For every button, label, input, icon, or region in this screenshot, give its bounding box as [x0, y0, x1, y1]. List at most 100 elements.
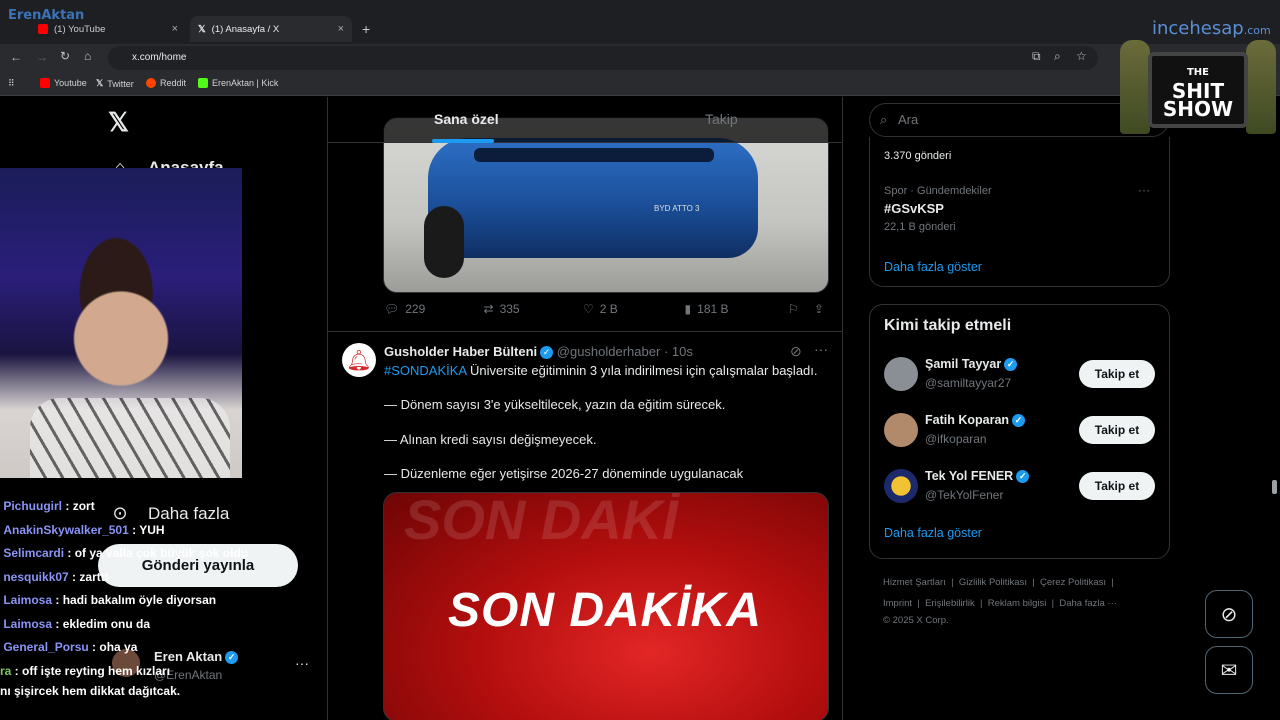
chat-nick: Laimosa	[3, 616, 53, 631]
trend-more-icon[interactable]: ···	[1138, 183, 1150, 197]
reddit-icon	[146, 78, 156, 88]
install-icon[interactable]: ⧉	[1032, 49, 1041, 64]
footer-link[interactable]: Çerez Politikası	[1040, 577, 1106, 588]
home-icon[interactable]: ⌂	[84, 49, 91, 63]
tab-for-you[interactable]: Sana özel	[434, 111, 499, 127]
repost-button[interactable]: ⇄ 335	[484, 302, 584, 316]
follow-button[interactable]: Takip et	[1079, 416, 1155, 444]
follow-button[interactable]: Takip et	[1079, 472, 1155, 500]
hashtag-link[interactable]: #SONDAKİKA	[384, 363, 466, 378]
show-more-follow-link[interactable]: Daha fazla göster	[884, 526, 982, 540]
avatar[interactable]	[884, 413, 918, 447]
image-bg-text: SON DAKİ	[404, 492, 678, 551]
repost-icon: ⇄	[483, 302, 494, 316]
suggestion-name[interactable]: Şamil Tayyar ✓	[925, 357, 1018, 372]
tweet-line: — Düzenleme eğer yetişirse 2026-27 dönem…	[384, 466, 744, 481]
bookmark-reddit[interactable]: Reddit	[146, 78, 186, 88]
chat-message: ekledim onu da	[62, 616, 151, 631]
back-icon[interactable]: ←	[10, 50, 22, 64]
trend-tag[interactable]: #GSvKSP	[884, 201, 944, 216]
footer-links: Imprint | Erişilebilirlik | Reklam bilgi…	[883, 598, 1117, 609]
suggestion-name[interactable]: Fatih Koparan ✓	[925, 413, 1026, 428]
who-to-follow-title: Kimi takip etmeli	[884, 317, 1012, 334]
bookmarks-bar: ⠿ Youtube 𝕏 Twitter Reddit ErenAktan | Ki…	[0, 72, 1280, 96]
suggestion-name[interactable]: Tek Yol FENER ✓	[925, 469, 1030, 484]
bookmark-kick[interactable]: ErenAktan | Kick	[198, 78, 278, 88]
avatar[interactable]	[884, 357, 918, 391]
messages-icon[interactable]: ✉	[1205, 646, 1253, 694]
verified-icon: ✓	[1016, 470, 1030, 484]
chat-message: nı şişircek hem dikkat dağıtcak.	[0, 684, 181, 698]
footer-link[interactable]: Hizmet Şartları	[883, 577, 946, 588]
bell-avatar-icon[interactable]: 🔔︎	[342, 343, 376, 377]
chat-line: Laimosa : hadi bakalım öyle diyorsan	[3, 593, 217, 607]
follow-button[interactable]: Takip et	[1079, 360, 1155, 388]
bookmark-twitter[interactable]: 𝕏 Twitter	[96, 78, 134, 89]
forward-icon[interactable]: →	[36, 50, 48, 64]
avatar[interactable]	[884, 469, 918, 503]
tweet-time[interactable]: · 10s	[664, 344, 693, 359]
chat-message: zarttt	[79, 569, 109, 584]
new-tab-button[interactable]: +	[354, 16, 378, 42]
url-input[interactable]: x.com/home	[108, 46, 1098, 70]
chat-line: Laimosa : ekledim onu da	[3, 616, 151, 631]
bookmark-icon: ⚐	[788, 302, 799, 316]
image-headline: SON DAKİKA	[448, 584, 763, 637]
car-wheel	[424, 206, 464, 278]
share-button[interactable]: ⇪	[814, 302, 824, 316]
author-handle[interactable]: @gusholderhaber	[557, 344, 661, 359]
bookmark-label: Twitter	[107, 78, 134, 89]
bookmark-youtube[interactable]: Youtube	[40, 78, 87, 88]
verified-icon: ✓	[1004, 358, 1018, 372]
zoom-icon[interactable]: ⌕	[1054, 49, 1061, 64]
footer-link[interactable]: Erişilebilirlik	[925, 598, 975, 609]
copyright: © 2025 X Corp.	[883, 615, 949, 626]
apps-icon[interactable]: ⠿	[8, 78, 15, 89]
chat-nick: AnakinSkywalker_501	[3, 522, 129, 537]
tweet-media-breaking-news[interactable]: SON DAKİ SON DAKİKA	[383, 492, 829, 720]
chat-line: General_Porsu : oha ya	[3, 640, 138, 654]
soldier-figure-right	[1246, 40, 1276, 134]
tab-following[interactable]: Takip	[705, 111, 738, 127]
trends-panel: 3.370 gönderi Spor · Gündemdekiler ··· #…	[869, 137, 1170, 287]
close-icon[interactable]: ×	[338, 23, 344, 35]
suggestion-handle: @samiltayyar27	[925, 376, 1012, 390]
bookmark-label: ErenAktan | Kick	[212, 78, 279, 88]
reload-icon[interactable]: ↻	[60, 49, 70, 63]
author-name[interactable]: Gusholder Haber Bülteni	[384, 344, 537, 359]
chat-line: ra : off işte reyting hem kızları	[0, 663, 171, 678]
suggestion-handle: @TekYolFener	[925, 488, 1004, 502]
chat-message: zort	[72, 499, 95, 513]
grok-icon[interactable]: ⊘	[790, 343, 802, 360]
x-logo-icon[interactable]: 𝕏	[108, 107, 129, 138]
youtube-icon	[40, 78, 50, 88]
trend-category: Spor · Gündemdekiler	[884, 185, 992, 197]
reply-icon: 💬︎	[384, 302, 400, 316]
youtube-icon	[38, 24, 48, 34]
close-icon[interactable]: ×	[172, 23, 178, 35]
footer-link[interactable]: Imprint	[883, 598, 912, 609]
footer-link[interactable]: Daha fazla ···	[1059, 598, 1117, 609]
scrollbar-thumb[interactable]	[1272, 480, 1277, 494]
grok-icon[interactable]: ⊘	[1205, 590, 1253, 638]
chat-line: nı şişircek hem dikkat dağıtcak.	[0, 683, 320, 699]
x-logo-icon: 𝕏	[96, 78, 104, 88]
chat-nick: Pichuugirl	[3, 499, 63, 513]
chat-message: of ya valla çok büyük şok oldu	[74, 546, 249, 560]
footer-link[interactable]: Reklam bilgisi	[988, 598, 1047, 609]
bookmark-button[interactable]: ⚐	[788, 302, 814, 316]
bookmark-star-icon[interactable]: ☆	[1076, 49, 1087, 63]
like-button[interactable]: ♡ 2 B	[583, 302, 685, 316]
show-more-trends-link[interactable]: Daha fazla göster	[884, 260, 982, 274]
x-logo-icon: 𝕏	[198, 23, 206, 35]
tweet-more-icon[interactable]: ···	[814, 341, 828, 357]
reply-button[interactable]: 💬︎ 229	[384, 302, 484, 316]
chat-line: Pichuugirl : zort	[3, 499, 95, 513]
chat-message: hadi bakalım öyle diyorsan	[62, 593, 217, 607]
chat-line: AnakinSkywalker_501 : YUH	[3, 522, 165, 537]
tab-x-home[interactable]: 𝕏 (1) Anasayfa / X ×	[190, 16, 352, 42]
chat-line: Selimcardi : of ya valla çok büyük şok o…	[3, 546, 249, 560]
views-button[interactable]: ▮ 181 B	[685, 302, 789, 316]
footer-link[interactable]: Gizlilik Politikası	[959, 577, 1027, 588]
tweet-media-car[interactable]: BYD ATTO 3	[383, 117, 829, 293]
